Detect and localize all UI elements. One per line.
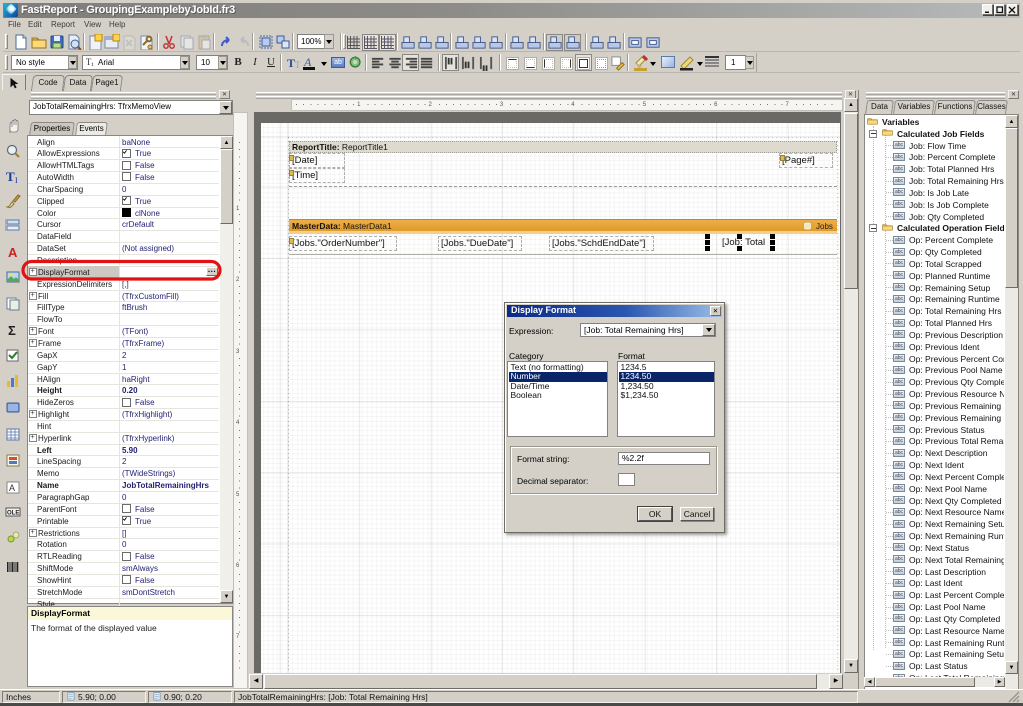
svg-text:T: T [295, 60, 301, 70]
svg-text:I: I [15, 176, 18, 185]
svg-text:OLE: OLE [7, 511, 19, 517]
svg-text:T: T [287, 56, 295, 70]
svg-text:A: A [303, 55, 312, 69]
svg-text:A: A [9, 483, 15, 493]
svg-text:t: t [92, 61, 94, 68]
svg-text:T: T [6, 169, 15, 184]
svg-text:Σ: Σ [8, 323, 16, 338]
